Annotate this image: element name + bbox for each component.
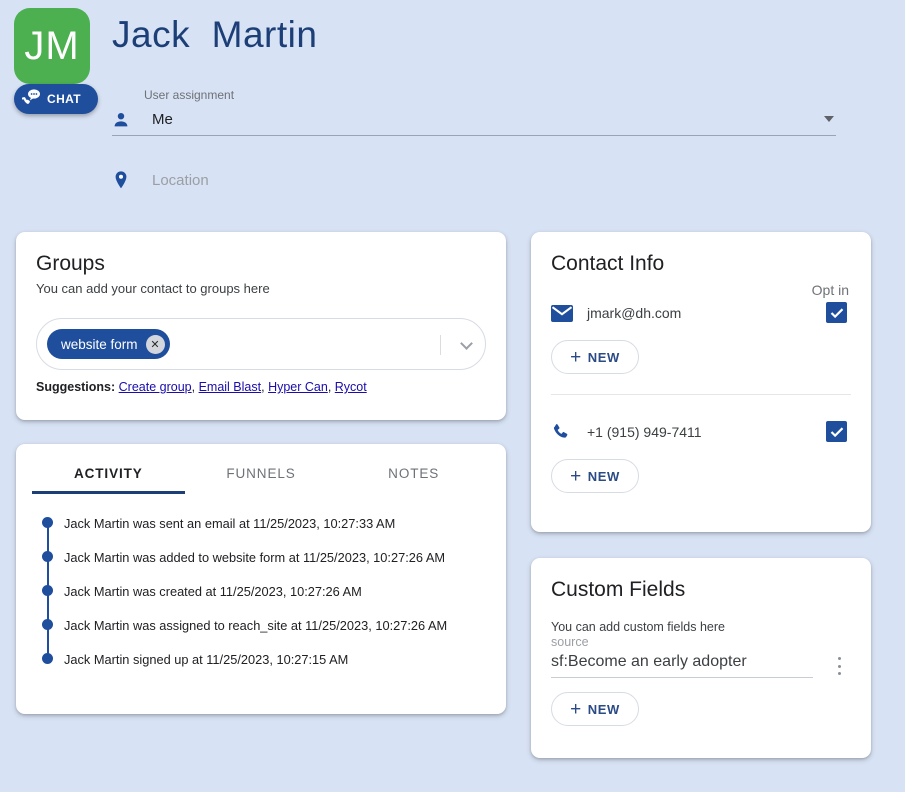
user-assignment-select[interactable]: Me — [112, 104, 836, 136]
groups-input-divider — [440, 335, 441, 355]
groups-subtitle: You can add your contact to groups here — [36, 281, 270, 296]
person-icon — [112, 111, 144, 129]
groups-title: Groups — [36, 252, 105, 275]
plus-icon: + — [570, 465, 582, 487]
page-title: Jack Martin — [112, 14, 318, 55]
phone-optin-checkbox[interactable] — [826, 421, 847, 442]
add-email-button-label: NEW — [587, 349, 620, 365]
location-field[interactable]: Location — [112, 166, 209, 194]
timeline-item-text: Jack Martin was sent an email at 11/25/2… — [64, 515, 396, 531]
group-chip[interactable]: website form ✕ — [47, 329, 170, 359]
timeline-item: Jack Martin signed up at 11/25/2023, 10:… — [42, 642, 506, 676]
close-icon[interactable]: ✕ — [145, 334, 165, 354]
timeline-item: Jack Martin was sent an email at 11/25/2… — [42, 506, 506, 557]
phone-value: +1 (915) 949-7411 — [587, 424, 702, 440]
timeline-dot-icon — [42, 585, 53, 596]
timeline-item: Jack Martin was added to website form at… — [42, 540, 506, 591]
timeline-item-text: Jack Martin signed up at 11/25/2023, 10:… — [64, 651, 349, 667]
email-row: jmark@dh.com — [551, 300, 851, 326]
avatar-column: JM CHAT — [14, 8, 98, 114]
add-phone-button[interactable]: + NEW — [551, 459, 639, 493]
suggestion-link-hyper-can[interactable]: Hyper Can — [268, 380, 328, 394]
contact-divider — [551, 394, 851, 395]
timeline-item-text: Jack Martin was assigned to reach_site a… — [64, 617, 448, 633]
activity-card: ACTIVITY FUNNELS NOTES Jack Martin was s… — [16, 444, 506, 714]
tab-funnels[interactable]: FUNNELS — [185, 444, 338, 494]
timeline-dot-icon — [42, 653, 53, 664]
timeline-dot-icon — [42, 517, 53, 528]
groups-suggestions-label: Suggestions: — [36, 380, 116, 394]
chat-button[interactable]: CHAT — [14, 84, 98, 114]
email-optin-checkbox[interactable] — [826, 302, 847, 323]
map-pin-icon — [112, 170, 144, 190]
custom-fields-card: Custom Fields You can add custom fields … — [531, 558, 871, 758]
custom-field-value[interactable]: sf:Become an early adopter — [551, 653, 813, 678]
custom-field-label: source — [551, 635, 589, 649]
tab-notes[interactable]: NOTES — [337, 444, 490, 494]
avatar-initials: JM — [24, 23, 80, 68]
timeline-dot-icon — [42, 619, 53, 630]
custom-fields-title: Custom Fields — [551, 578, 686, 601]
phone-row: +1 (915) 949-7411 — [551, 419, 851, 445]
suggestion-link-create-group[interactable]: Create group — [119, 380, 192, 394]
contact-info-title: Contact Info — [551, 252, 665, 275]
contact-info-card: Contact Info Opt in jmark@dh.com + NEW +… — [531, 232, 871, 532]
contact-header: JM CHAT Jack Martin User assignment Me L… — [0, 0, 905, 212]
chevron-down-icon[interactable] — [824, 116, 834, 122]
tab-activity[interactable]: ACTIVITY — [32, 444, 185, 494]
group-chip-label: website form — [61, 336, 138, 352]
groups-card: Groups You can add your contact to group… — [16, 232, 506, 420]
phone-icon — [551, 422, 583, 442]
email-value: jmark@dh.com — [587, 305, 682, 321]
custom-fields-subtitle: You can add custom fields here — [551, 620, 725, 634]
timeline-item-text: Jack Martin was created at 11/25/2023, 1… — [64, 583, 362, 599]
groups-input[interactable]: website form ✕ — [36, 318, 486, 370]
email-icon — [551, 304, 583, 322]
groups-suggestions: Suggestions: Create group, Email Blast, … — [36, 380, 367, 394]
kebab-menu-icon[interactable] — [831, 655, 847, 677]
phone-chat-icon — [21, 88, 42, 111]
timeline-item-text: Jack Martin was added to website form at… — [64, 549, 446, 565]
opt-in-label: Opt in — [811, 282, 849, 298]
add-custom-field-button[interactable]: + NEW — [551, 692, 639, 726]
custom-field-row: sf:Become an early adopter — [551, 653, 851, 678]
add-phone-button-label: NEW — [587, 468, 620, 484]
suggestion-link-rycot[interactable]: Rycot — [335, 380, 367, 394]
avatar: JM — [14, 8, 90, 84]
user-assignment-value: Me — [152, 111, 173, 128]
user-assignment-field: User assignment Me — [112, 88, 836, 136]
timeline-item: Jack Martin was created at 11/25/2023, 1… — [42, 574, 506, 625]
activity-timeline: Jack Martin was sent an email at 11/25/2… — [16, 494, 506, 676]
chat-button-label: CHAT — [47, 92, 82, 106]
suggestion-link-email-blast[interactable]: Email Blast — [199, 380, 262, 394]
add-email-button[interactable]: + NEW — [551, 340, 639, 374]
activity-tabs: ACTIVITY FUNNELS NOTES — [16, 444, 506, 494]
timeline-dot-icon — [42, 551, 53, 562]
user-assignment-label: User assignment — [144, 88, 235, 102]
plus-icon: + — [570, 346, 582, 368]
location-placeholder: Location — [152, 171, 209, 189]
timeline-item: Jack Martin was assigned to reach_site a… — [42, 608, 506, 659]
plus-icon: + — [570, 698, 582, 720]
add-custom-field-button-label: NEW — [587, 701, 620, 717]
chevron-down-icon[interactable] — [460, 337, 473, 350]
